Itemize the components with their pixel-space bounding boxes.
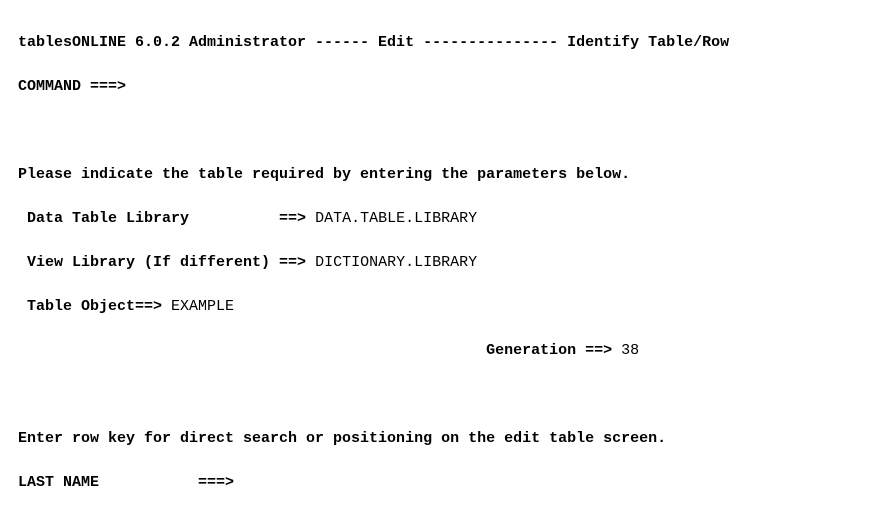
last-name-row: LAST NAME ===> bbox=[18, 472, 852, 494]
view-library-row: View Library (If different) ==> bbox=[18, 252, 852, 274]
table-object-label: Table Object==> bbox=[18, 298, 162, 315]
instruction-line: Please indicate the table required by en… bbox=[18, 164, 852, 186]
row-key-instruction: Enter row key for direct search or posit… bbox=[18, 428, 852, 450]
generation-input[interactable] bbox=[621, 342, 701, 359]
generation-label: Generation ==> bbox=[486, 342, 612, 359]
screen-title: tablesONLINE 6.0.2 Administrator ------ … bbox=[18, 32, 852, 54]
data-table-library-row: Data Table Library ==> bbox=[18, 208, 852, 230]
data-table-library-input[interactable] bbox=[315, 210, 615, 227]
command-input[interactable] bbox=[135, 78, 635, 95]
last-name-label: LAST NAME ===> bbox=[18, 474, 234, 491]
view-library-label: View Library (If different) ==> bbox=[18, 254, 306, 271]
terminal-screen: tablesONLINE 6.0.2 Administrator ------ … bbox=[0, 0, 870, 507]
generation-row: Generation ==> bbox=[18, 340, 852, 362]
table-object-input[interactable] bbox=[171, 298, 471, 315]
last-name-input[interactable] bbox=[243, 474, 543, 491]
command-line: COMMAND ===> bbox=[18, 76, 852, 98]
command-label: COMMAND ===> bbox=[18, 78, 126, 95]
table-object-row: Table Object==> bbox=[18, 296, 852, 318]
view-library-input[interactable] bbox=[315, 254, 615, 271]
data-table-library-label: Data Table Library ==> bbox=[18, 210, 306, 227]
